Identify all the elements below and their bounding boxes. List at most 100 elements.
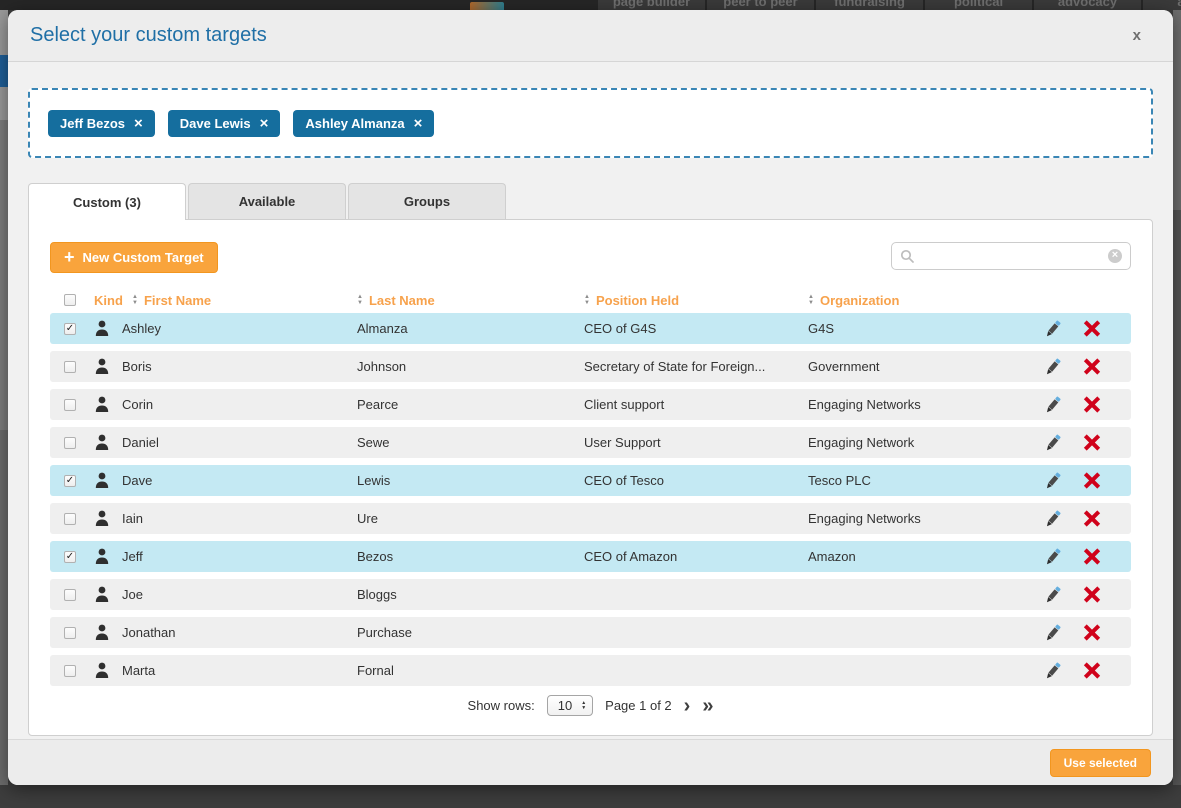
sort-down-arrow: ▼ [132, 301, 138, 306]
delete-x-icon[interactable] [1083, 662, 1100, 679]
cell-last-name: Purchase [357, 625, 584, 640]
backdrop-nav-label: advocacy [1058, 0, 1117, 10]
delete-x-icon[interactable] [1083, 510, 1100, 527]
edit-pencil-icon[interactable] [1043, 623, 1083, 643]
delete-x-icon[interactable] [1083, 624, 1100, 641]
column-label: First Name [144, 293, 211, 308]
sort-down-arrow: ▼ [357, 301, 363, 306]
delete-x-icon[interactable] [1083, 358, 1100, 375]
edit-pencil-icon[interactable] [1043, 585, 1083, 605]
edit-pencil-icon[interactable] [1043, 319, 1083, 339]
person-icon [94, 624, 122, 641]
modal-footer: Use selected [8, 739, 1173, 785]
person-icon [94, 586, 122, 603]
tab-custom-3[interactable]: Custom (3) [28, 183, 186, 220]
backdrop-nav-item: peer to peer [707, 0, 814, 10]
delete-x-icon[interactable] [1083, 320, 1100, 337]
sort-icon[interactable]: ▲▼ [808, 295, 814, 306]
row-checkbox[interactable] [64, 437, 76, 449]
table-row[interactable]: ✓ Dave Lewis CEO of Tesco Tesco PLC [50, 465, 1131, 496]
table-row[interactable]: ✓ Ashley Almanza CEO of G4S G4S [50, 313, 1131, 344]
table-row[interactable]: Jonathan Purchase [50, 617, 1131, 648]
cell-last-name: Almanza [357, 321, 584, 336]
table-row[interactable]: Iain Ure Engaging Networks [50, 503, 1131, 534]
row-checkbox[interactable] [64, 513, 76, 525]
row-checkbox[interactable]: ✓ [64, 475, 76, 487]
column-label: Kind [94, 293, 123, 308]
table-row[interactable]: Daniel Sewe User Support Engaging Networ… [50, 427, 1131, 458]
delete-x-icon[interactable] [1083, 548, 1100, 565]
search-box[interactable]: × [891, 242, 1131, 270]
new-custom-target-button[interactable]: + New Custom Target [50, 242, 218, 273]
row-checkbox[interactable] [64, 589, 76, 601]
table-row[interactable]: Joe Bloggs [50, 579, 1131, 610]
cell-first-name: Marta [122, 663, 357, 678]
column-header-last-name[interactable]: ▲▼ Last Name [357, 293, 584, 308]
backdrop-nav-label: peer to peer [723, 0, 797, 10]
row-checkbox[interactable] [64, 665, 76, 677]
sort-up-arrow: ▲ [584, 295, 590, 300]
edit-pencil-icon[interactable] [1043, 395, 1083, 415]
panel-toolbar: + New Custom Target × [29, 220, 1152, 287]
cell-organization: Engaging Networks [808, 511, 1043, 526]
table-row[interactable]: ✓ Jeff Bezos CEO of Amazon Amazon [50, 541, 1131, 572]
edit-pencil-icon[interactable] [1043, 471, 1083, 491]
tab-groups[interactable]: Groups [348, 183, 506, 219]
background-page-navbar: page builder peer to peer fundraising po… [0, 0, 1181, 10]
sort-icon[interactable]: ▲▼ [357, 295, 363, 306]
sort-icon[interactable]: ▲▼ [132, 295, 138, 306]
clear-search-icon[interactable]: × [1108, 249, 1122, 263]
new-custom-target-label: New Custom Target [83, 250, 204, 265]
close-icon[interactable]: x [1133, 27, 1141, 44]
column-header-organization[interactable]: ▲▼ Organization [808, 293, 1043, 308]
column-header-position-held[interactable]: ▲▼ Position Held [584, 293, 808, 308]
column-label: Organization [820, 293, 899, 308]
edit-pencil-icon[interactable] [1043, 547, 1083, 567]
edit-pencil-icon[interactable] [1043, 509, 1083, 529]
edit-pencil-icon[interactable] [1043, 661, 1083, 681]
edit-pencil-icon[interactable] [1043, 357, 1083, 377]
chip-remove-icon[interactable]: × [134, 117, 143, 130]
next-page-icon[interactable]: › [684, 699, 691, 713]
cell-first-name: Daniel [122, 435, 357, 450]
select-all-checkbox[interactable] [64, 294, 76, 306]
chip-jeff-bezos[interactable]: Jeff Bezos × [48, 110, 155, 137]
tab-available[interactable]: Available [188, 183, 346, 219]
chip-remove-icon[interactable]: × [414, 117, 423, 130]
table-row[interactable]: Corin Pearce Client support Engaging Net… [50, 389, 1131, 420]
chip-ashley-almanza[interactable]: Ashley Almanza × [293, 110, 434, 137]
background-blue-element [0, 55, 8, 87]
chip-dave-lewis[interactable]: Dave Lewis × [168, 110, 281, 137]
chip-remove-icon[interactable]: × [260, 117, 269, 130]
cell-first-name: Jeff [122, 549, 357, 564]
cell-position: CEO of Tesco [584, 473, 808, 488]
column-header-first-name[interactable]: ▲▼ First Name [132, 293, 357, 308]
sort-icon[interactable]: ▲▼ [584, 295, 590, 306]
row-checkbox[interactable]: ✓ [64, 551, 76, 563]
row-checkbox[interactable]: ✓ [64, 323, 76, 335]
column-header-kind[interactable]: Kind [94, 293, 132, 308]
person-icon [94, 358, 122, 375]
rows-per-page-select[interactable]: 10 ▲▼ [547, 695, 593, 716]
cell-first-name: Joe [122, 587, 357, 602]
row-checkbox[interactable] [64, 361, 76, 373]
person-icon [94, 320, 122, 337]
search-icon [900, 249, 914, 263]
row-checkbox[interactable] [64, 399, 76, 411]
delete-x-icon[interactable] [1083, 586, 1100, 603]
use-selected-button[interactable]: Use selected [1050, 749, 1151, 777]
delete-x-icon[interactable] [1083, 396, 1100, 413]
cell-last-name: Johnson [357, 359, 584, 374]
delete-x-icon[interactable] [1083, 434, 1100, 451]
cell-organization: Tesco PLC [808, 473, 1043, 488]
tab-label: Groups [404, 194, 450, 209]
search-input[interactable] [920, 248, 1102, 265]
cell-first-name: Iain [122, 511, 357, 526]
row-checkbox[interactable] [64, 627, 76, 639]
cell-first-name: Corin [122, 397, 357, 412]
last-page-icon[interactable]: » [702, 699, 713, 713]
delete-x-icon[interactable] [1083, 472, 1100, 489]
table-row[interactable]: Marta Fornal [50, 655, 1131, 686]
table-row[interactable]: Boris Johnson Secretary of State for For… [50, 351, 1131, 382]
edit-pencil-icon[interactable] [1043, 433, 1083, 453]
